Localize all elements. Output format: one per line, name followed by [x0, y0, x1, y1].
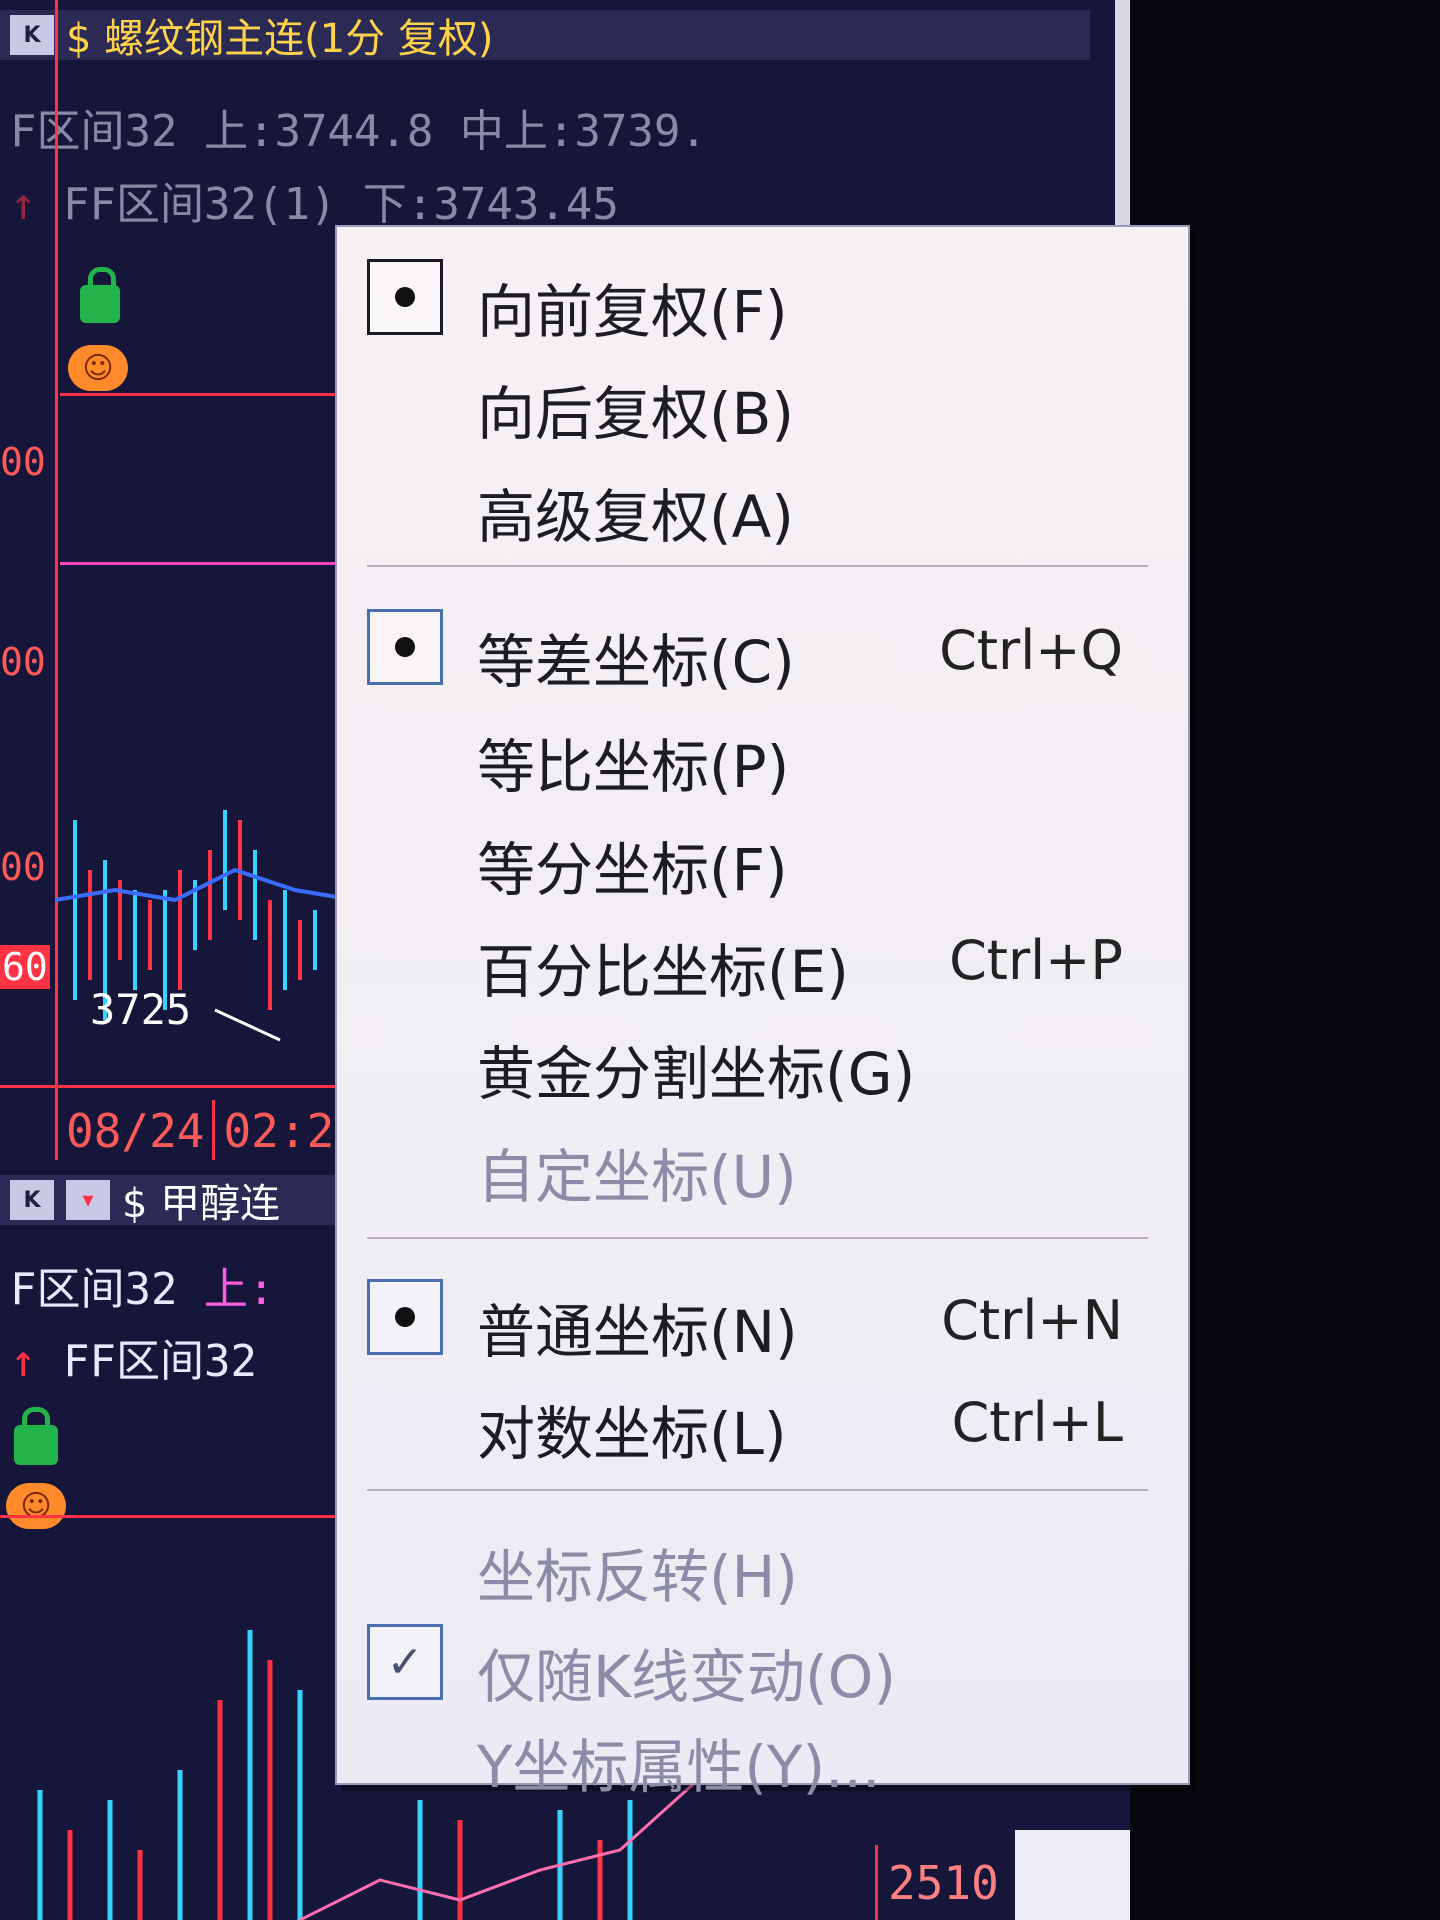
menu-item-equal-division-axis[interactable]: 等分坐标(F): [337, 805, 1188, 905]
time-label: 02:2: [212, 1100, 342, 1160]
top-chart-title: $ 螺纹钢主连(1分 复权): [66, 16, 494, 62]
y-label: 00: [0, 845, 46, 889]
menu-item-percent-axis[interactable]: 百分比坐标(E) Ctrl+P: [337, 907, 1188, 1007]
price-label: 3725: [90, 985, 192, 1034]
menu-item-log-axis[interactable]: 对数坐标(L) Ctrl+L: [337, 1369, 1188, 1469]
radio-selected-icon: [367, 259, 443, 335]
time-label: 08/24: [55, 1100, 212, 1160]
checkmark-icon: ✓: [367, 1624, 443, 1700]
kline-box-button[interactable]: K: [10, 1180, 54, 1220]
radio-selected-icon: [367, 1279, 443, 1355]
dropdown-arrow-icon[interactable]: ▾: [66, 1180, 110, 1220]
lock-icon[interactable]: [80, 267, 120, 323]
divider-red-3: [0, 1515, 350, 1518]
top-indicator-line-2: ↑ FF区间32(1) 下:3743.45: [10, 179, 619, 230]
menu-item-invert-axis[interactable]: 坐标反转(H): [337, 1512, 1188, 1612]
arrow-up-icon: ↑: [10, 1336, 37, 1387]
y-label: 00: [0, 640, 46, 684]
menu-item-forward-adjust[interactable]: 向前复权(F): [337, 247, 1188, 347]
menu-separator: [367, 1489, 1148, 1491]
lock-icon[interactable]: [14, 1407, 58, 1465]
menu-separator: [367, 1237, 1148, 1239]
top-chart-header[interactable]: K $ 螺纹钢主连(1分 复权): [0, 10, 1090, 62]
divider-red: [60, 393, 350, 396]
value-readout: 2510: [875, 1845, 1015, 1920]
menu-item-custom-axis[interactable]: 自定坐标(U): [337, 1112, 1188, 1212]
smile-icon[interactable]: ☺: [6, 1483, 66, 1529]
menu-item-arithmetic-axis[interactable]: 等差坐标(C) Ctrl+Q: [337, 597, 1188, 697]
smile-icon[interactable]: ☺: [68, 345, 128, 391]
top-indicator-line: F区间32 上:3744.8 中上:3739.: [10, 106, 707, 157]
time-axis: 08/24 02:2: [55, 1100, 342, 1160]
menu-item-golden-ratio-axis[interactable]: 黄金分割坐标(G): [337, 1009, 1188, 1109]
menu-separator: [367, 565, 1148, 567]
bottom-chart-title: $ 甲醇连: [122, 1181, 281, 1227]
scroll-corner: [1015, 1830, 1130, 1920]
bottom-chart-header[interactable]: K ▾ $ 甲醇连: [0, 1175, 350, 1227]
divider-magenta: [60, 562, 350, 565]
radio-selected-icon: [367, 609, 443, 685]
bottom-indicator-line-2: ↑ FF区间32: [10, 1336, 257, 1387]
bottom-indicator-line: F区间32 上:: [10, 1264, 275, 1315]
menu-item-backward-adjust[interactable]: 向后复权(B): [337, 349, 1188, 449]
y-label: 60: [0, 945, 50, 989]
menu-item-ratio-axis[interactable]: 等比坐标(P): [337, 702, 1188, 802]
y-label: 00: [0, 440, 46, 484]
menu-item-normal-axis[interactable]: 普通坐标(N) Ctrl+N: [337, 1267, 1188, 1367]
menu-item-y-axis-properties[interactable]: Y坐标属性(Y)...: [337, 1702, 1188, 1802]
y-axis: 00 00 00 60: [0, 0, 58, 1160]
menu-item-follow-kline-only[interactable]: ✓ 仅随K线变动(O): [337, 1612, 1188, 1712]
menu-item-advanced-adjust[interactable]: 高级复权(A): [337, 452, 1188, 552]
axis-context-menu: 向前复权(F) 向后复权(B) 高级复权(A) 等差坐标(C) Ctrl+Q 等…: [335, 225, 1190, 1801]
